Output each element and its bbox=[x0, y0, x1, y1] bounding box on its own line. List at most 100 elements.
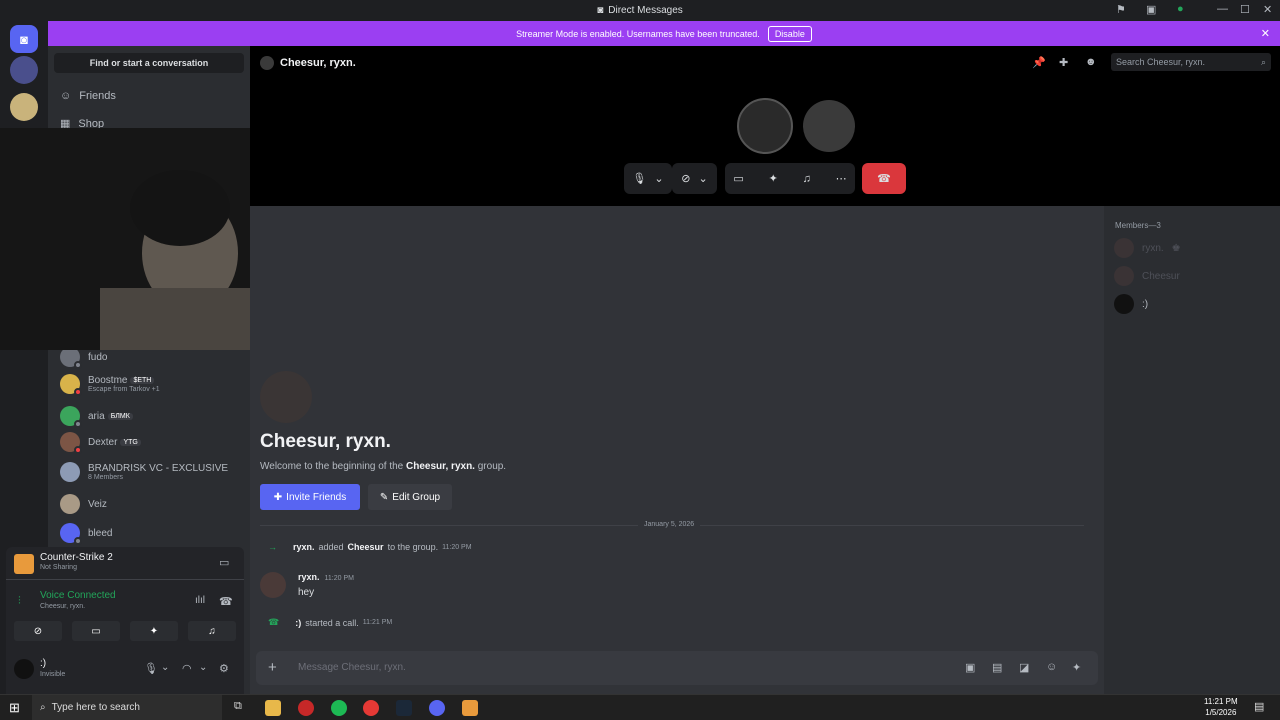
close-button[interactable]: ✕ bbox=[1263, 3, 1272, 16]
server-icon[interactable] bbox=[10, 56, 38, 84]
avatar bbox=[60, 406, 82, 428]
participant-avatar[interactable] bbox=[803, 100, 855, 152]
member-item[interactable]: :) bbox=[1114, 294, 1148, 314]
members-header: Members—3 bbox=[1115, 221, 1161, 230]
camera-off-icon[interactable]: ⊘ bbox=[14, 621, 62, 641]
spotify-icon[interactable] bbox=[331, 700, 347, 716]
activities-icon[interactable]: ✦ bbox=[130, 621, 178, 641]
task-view-icon[interactable]: ⧉ bbox=[234, 700, 242, 713]
status-indicator bbox=[74, 361, 82, 369]
screen-share-icon[interactable]: ▭ bbox=[219, 556, 229, 569]
voice-status[interactable]: Voice Connected bbox=[40, 590, 116, 601]
streamer-mode-banner: Streamer Mode is enabled. Usernames have… bbox=[48, 21, 1280, 46]
noise-suppression-icon[interactable]: ılıl bbox=[195, 595, 205, 606]
dm-item[interactable]: Boostme $ETH Escape from Tarkov +1 bbox=[60, 372, 160, 396]
mute-button[interactable]: 🎙 ⌄ bbox=[624, 163, 672, 194]
soundboard-icon[interactable]: ♫ bbox=[188, 621, 236, 641]
emoji-icon[interactable]: ☺ bbox=[1046, 661, 1057, 673]
microphone-icon[interactable]: 🎙 bbox=[144, 662, 158, 675]
clock[interactable]: 11:21 PM 1/5/2026 bbox=[1204, 696, 1238, 718]
activities-icon[interactable]: ✦ bbox=[769, 172, 778, 185]
add-attachment-icon[interactable]: + bbox=[268, 659, 277, 676]
arrow-right-icon: → bbox=[268, 542, 277, 552]
disable-button[interactable]: Disable bbox=[767, 25, 812, 42]
search-input[interactable]: Search Cheesur, ryxn. ⌕ bbox=[1111, 53, 1271, 71]
gift-icon[interactable]: ▣ bbox=[965, 661, 975, 674]
home-button[interactable]: ◙ bbox=[10, 25, 38, 53]
status-badge: YTG bbox=[120, 438, 141, 446]
pencil-icon: ✎ bbox=[379, 491, 389, 503]
soundboard-icon[interactable]: ♫ bbox=[803, 173, 811, 185]
add-friends-icon[interactable]: ✚ bbox=[1059, 56, 1068, 69]
chevron-down-icon[interactable]: ⌄ bbox=[161, 662, 169, 673]
maximize-button[interactable]: ☐ bbox=[1240, 3, 1250, 16]
avatar[interactable] bbox=[260, 572, 286, 598]
server-icon[interactable] bbox=[10, 93, 38, 121]
participant-avatar[interactable] bbox=[737, 98, 793, 154]
file-explorer-icon[interactable] bbox=[265, 700, 281, 716]
gif-icon[interactable]: ▤ bbox=[992, 661, 1002, 674]
avatar bbox=[60, 523, 82, 545]
member-item[interactable]: ryxn. ♚ bbox=[1114, 238, 1181, 258]
dm-item[interactable]: bleed bbox=[60, 521, 112, 545]
crown-icon: ♚ bbox=[1171, 242, 1181, 254]
members-icon[interactable]: ☻ bbox=[1085, 56, 1097, 68]
taskbar-search[interactable]: ⌕ Type here to search bbox=[32, 695, 222, 720]
window-icon[interactable]: ▣ bbox=[1146, 3, 1156, 16]
dm-text: fudo bbox=[88, 352, 107, 363]
member-item[interactable]: Cheesur bbox=[1114, 266, 1180, 286]
nav-friends[interactable]: ☺ Friends bbox=[60, 90, 116, 102]
call-system-message: ☎ :) started a call. 11:21 PM bbox=[268, 617, 393, 628]
voice-channel[interactable]: Cheesur, ryxn. bbox=[40, 603, 85, 610]
banner-text: Streamer Mode is enabled. Usernames have… bbox=[516, 28, 760, 39]
message-text: hey bbox=[298, 587, 315, 598]
dm-text: Veiz bbox=[88, 499, 107, 510]
discord-icon[interactable] bbox=[429, 700, 445, 716]
add-user-icon: ✚ bbox=[273, 491, 283, 503]
status-indicator bbox=[74, 420, 82, 428]
dm-text: bleed bbox=[88, 528, 112, 539]
screen-share-icon[interactable]: ▭ bbox=[72, 621, 120, 641]
avatar bbox=[1114, 266, 1134, 286]
steam-icon[interactable] bbox=[396, 700, 412, 716]
dm-item[interactable]: Dexter YTG bbox=[60, 430, 141, 454]
headphones-icon[interactable]: ◠ bbox=[182, 662, 192, 675]
screen-share-icon[interactable]: ▭ bbox=[733, 172, 743, 185]
game-icon bbox=[14, 554, 34, 574]
dm-item[interactable]: Veiz bbox=[60, 492, 107, 516]
chevron-down-icon[interactable]: ⌄ bbox=[199, 662, 207, 673]
counter-strike-icon[interactable] bbox=[462, 700, 478, 716]
dm-name-row: Dexter YTG bbox=[88, 437, 141, 448]
dm-text: Dexter YTG bbox=[88, 437, 141, 448]
avatar[interactable] bbox=[14, 659, 34, 679]
sticker-icon[interactable]: ◪ bbox=[1019, 661, 1029, 674]
help-icon[interactable]: ● bbox=[1177, 3, 1184, 15]
chrome-icon[interactable] bbox=[363, 700, 379, 716]
dm-item[interactable]: aria БЛМК bbox=[60, 404, 133, 428]
message-input[interactable]: + Message Cheesur, ryxn. ▣ ▤ ◪ ☺ ✦ bbox=[256, 651, 1098, 685]
disconnect-button[interactable]: ☎ bbox=[862, 163, 906, 194]
apps-icon[interactable]: ✦ bbox=[1072, 661, 1081, 674]
invite-friends-button[interactable]: ✚ Invite Friends bbox=[260, 484, 360, 510]
more-icon[interactable]: ⋯ bbox=[836, 172, 847, 185]
dm-item[interactable]: BRANDRISK VC - EXCLUSIVE 8 Members bbox=[60, 460, 228, 484]
app-icon[interactable] bbox=[298, 700, 314, 716]
camera-button[interactable]: ⊘ ⌄ bbox=[672, 163, 717, 194]
find-conversation-button[interactable]: Find or start a conversation bbox=[54, 53, 244, 73]
inbox-icon[interactable]: ⚑ bbox=[1116, 3, 1126, 16]
minimize-button[interactable]: — bbox=[1217, 3, 1228, 15]
status-badge: БЛМК bbox=[107, 412, 133, 420]
pin-icon[interactable]: 📌 bbox=[1032, 56, 1046, 69]
windows-start-icon[interactable]: ⊞ bbox=[9, 700, 20, 716]
disconnect-icon[interactable]: ☎ bbox=[219, 595, 233, 608]
user-panel: Counter-Strike 2 Not Sharing ▭ ⫶ Voice C… bbox=[6, 547, 244, 694]
edit-group-button[interactable]: ✎ Edit Group bbox=[368, 484, 452, 510]
avatar bbox=[60, 462, 80, 482]
gear-icon[interactable]: ⚙ bbox=[219, 662, 229, 675]
username[interactable]: :) bbox=[40, 658, 46, 669]
dm-text: BRANDRISK VC - EXCLUSIVE 8 Members bbox=[88, 463, 228, 481]
close-icon[interactable]: ✕ bbox=[1261, 27, 1270, 40]
notification-icon[interactable]: ▤ bbox=[1254, 700, 1264, 713]
message-author[interactable]: ryxn. bbox=[298, 572, 320, 582]
channel-title: Cheesur, ryxn. bbox=[260, 56, 356, 70]
